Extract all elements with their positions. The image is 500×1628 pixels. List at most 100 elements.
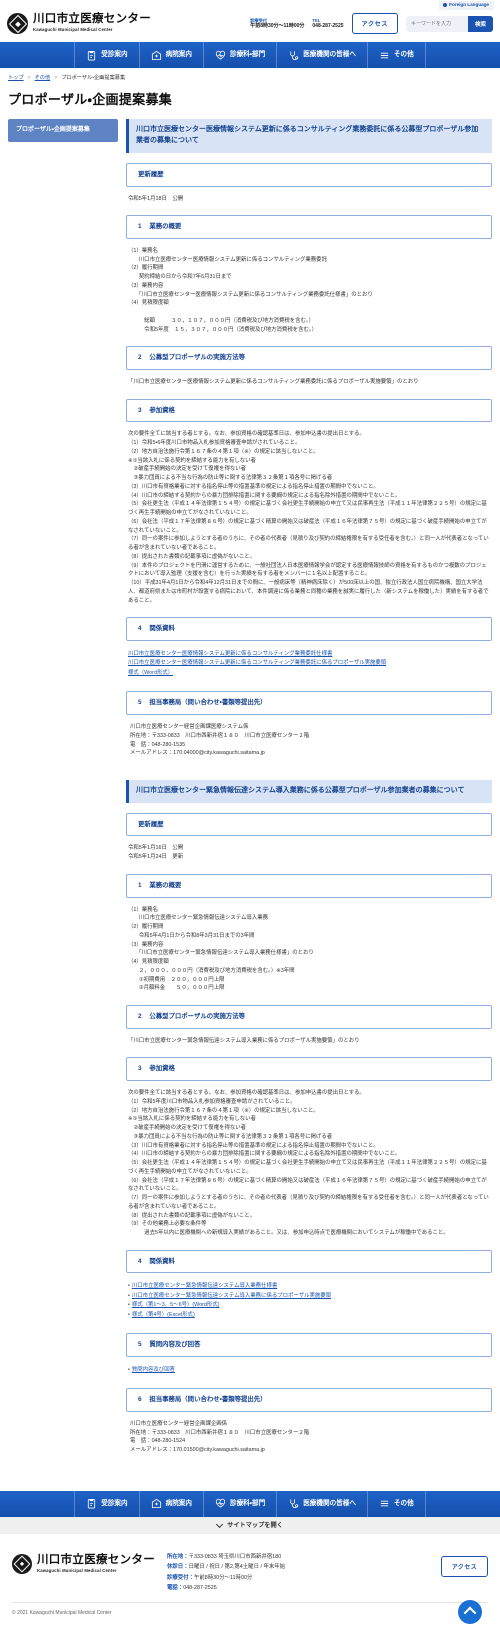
breadcrumb: トップ > その他 > プロポーザル・企画提案募集	[0, 68, 500, 83]
section-number: 1	[138, 881, 142, 889]
nav-item-sonota[interactable]: その他	[366, 42, 426, 68]
clipboard-icon	[86, 1498, 97, 1509]
section-label: 関係資料	[149, 1257, 175, 1265]
site-header: 川口市立医療センター Kawaguchi Municipal Medical C…	[0, 11, 500, 42]
section-label: 公募型プロポーザルの実施方法等	[149, 1013, 246, 1021]
section-body-1-5: 川口市立医療センター経営企画課医療システム係 所在地：〒333-0833 川口市…	[130, 724, 310, 757]
breadcrumb-item-current: プロポーザル・企画提案募集	[61, 75, 126, 81]
section-heading-1-2: 2 公募型プロポーザルの実施方法等	[126, 346, 492, 371]
update-history-body-2: 令和5年1月16日 公開 令和5年1月24日 更新	[128, 845, 184, 861]
article-title: 川口市立医療センター医療情報システム更新に係るコンサルティング業務委託に係る公募…	[126, 119, 492, 153]
footer-nav-label: 病院案内	[165, 1499, 192, 1507]
document-link-row: ・川口市立医療センター緊急情報伝達システム導入業務に係るプロポーザル実施要領	[128, 1292, 490, 1301]
nav-label: 病院案内	[165, 51, 192, 59]
nav-label: 診療科・部門	[230, 51, 266, 59]
list-bullet: ・	[128, 1311, 130, 1318]
breadcrumb-item-top[interactable]: トップ	[8, 75, 24, 83]
footer-access-button[interactable]: アクセス	[440, 1555, 488, 1577]
nav-item-iryokikan[interactable]: 医療機関の皆様へ	[276, 42, 367, 68]
article-title: 川口市立医療センター緊急情報伝達システム導入業務に係る公募型プロポーザル参加業者…	[126, 780, 492, 803]
breadcrumb-separator: >	[27, 75, 31, 81]
search-box: 検索	[405, 15, 493, 32]
footer-nav-label: その他	[393, 1499, 414, 1507]
footer-nav-item-sonota[interactable]: その他	[366, 1490, 426, 1517]
footer-info-closed-days: 休診日：日曜日 / 祝日 / 第2,第4土曜日 / 年末年始	[167, 1562, 285, 1573]
document-link-row: ・川口市立医療センター緊急情報伝達システム導入業務仕様書	[128, 1282, 490, 1291]
search-input[interactable]	[405, 15, 468, 32]
footer-logo-jp: 川口市立医療センター	[37, 1553, 155, 1566]
document-link[interactable]: 様式（第1～3、5～6号）(Word形式)	[132, 1302, 220, 1308]
document-link[interactable]: 川口市立医療センター医療情報システム更新に係るコンサルティング業務委託に係るプロ…	[128, 660, 386, 666]
telephone-info: TEL 048-287-2525	[312, 18, 343, 30]
section-body-2-3: 次の要件全てに該当する者とする。なお、参加資格の確認基準日は、参加申込書の提出日…	[128, 1090, 489, 1237]
section-number: 4	[138, 625, 142, 633]
copyright-row: © 2021 Kawaguchi Municipal Medical Cente…	[12, 1599, 488, 1628]
footer-nav-label: 受診案内	[101, 1499, 128, 1507]
heart-pulse-icon	[215, 50, 226, 61]
site-logo[interactable]: 川口市立医療センター Kawaguchi Municipal Medical C…	[7, 13, 151, 34]
breadcrumb-separator: >	[54, 75, 58, 81]
footer-nav-item-shinryoka[interactable]: 診療科・部門	[203, 1490, 276, 1517]
hamburger-icon	[379, 50, 390, 61]
nav-item-byoin[interactable]: 病院案内	[138, 42, 203, 68]
foreign-language-button[interactable]: Foreign Language	[439, 0, 494, 11]
list-bullet: ・	[128, 1366, 130, 1373]
list-bullet: ・	[128, 1302, 130, 1309]
section-heading-2-2: 2 公募型プロポーザルの実施方法等	[126, 1005, 492, 1029]
footer-info-tel: 電話：048-287-2525	[167, 1583, 285, 1594]
sitemap-toggle[interactable]: サイトマップを開く	[0, 1516, 500, 1534]
document-link[interactable]: 川口市立医療センター緊急情報伝達システム導入業務仕様書	[132, 1283, 277, 1289]
nav-label: 医療機関の皆様へ	[303, 51, 356, 59]
section-label: 関係資料	[149, 625, 175, 633]
document-link[interactable]: 様式（第4号）(Excel形式)	[132, 1312, 195, 1318]
global-navigation: 受診案内 病院案内 診療科・部門 医療機関の皆様へ その他	[0, 42, 500, 68]
document-link[interactable]: 川口市立医療センター医療情報システム更新に係るコンサルティング業務委託仕様書	[128, 651, 332, 657]
chevron-down-icon	[216, 1520, 224, 1528]
footer-nav-item-iryokikan[interactable]: 医療機関の皆様へ	[276, 1490, 367, 1517]
clipboard-icon	[86, 50, 97, 61]
footer-logo[interactable]: 川口市立医療センター Kawaguchi Municipal Medical C…	[12, 1548, 155, 1575]
nav-item-shinsatsu[interactable]: 受診案内	[74, 42, 138, 68]
sidebar: プロポーザル・企画提案募集	[8, 119, 118, 143]
document-link-row: 様式（Word形式）	[128, 669, 490, 678]
section-number: 2	[138, 354, 142, 362]
section-number: 2	[138, 1013, 142, 1021]
footer-info-list: 所在地：〒333-0833 埼玉県川口市西新井宿180 休診日：日曜日 / 祝日…	[167, 1548, 285, 1594]
nav-label: その他	[393, 51, 414, 59]
section-label: 担当事務局（問い合わせ・書類等提出先）	[149, 1396, 267, 1404]
footer-nav-item-byoin[interactable]: 病院案内	[138, 1490, 203, 1517]
section-number: 5	[138, 699, 142, 707]
document-link[interactable]: 様式（Word形式）	[128, 670, 173, 676]
logo-diamond-icon	[12, 1554, 32, 1575]
breadcrumb-item-other[interactable]: その他	[35, 75, 51, 83]
article-proposal-2: 川口市立医療センター緊急情報伝達システム導入業務に係る公募型プロポーザル参加業者…	[126, 780, 492, 1457]
utility-bar: Foreign Language	[0, 0, 500, 11]
section-body-1-2: 「川口市立医療センター医療情報システム更新に係るコンサルティング業務委託に係るプ…	[128, 379, 419, 386]
scroll-to-top-button[interactable]	[458, 1599, 482, 1624]
update-history-heading: 更新履歴	[126, 162, 492, 187]
document-link[interactable]: 川口市立医療センター緊急情報伝達システム導入業務に係るプロポーザル実施要領	[132, 1293, 331, 1299]
site-footer: 川口市立医療センター Kawaguchi Municipal Medical C…	[0, 1533, 500, 1602]
document-link[interactable]: 質問内容及び回答	[132, 1367, 175, 1373]
access-button[interactable]: アクセス	[351, 13, 398, 34]
section-number: 4	[138, 1257, 142, 1265]
nav-item-shinryoka[interactable]: 診療科・部門	[203, 42, 276, 68]
section-number: 5	[138, 1341, 142, 1349]
qa-documents: ・質問内容及び回答	[126, 1363, 492, 1378]
logo-title-jp: 川口市立医療センター	[33, 13, 151, 26]
section-heading-1-3: 3 参加資格	[126, 398, 492, 423]
footer-nav-item-shinsatsu[interactable]: 受診案内	[74, 1490, 138, 1517]
info-key: 電話：	[167, 1585, 184, 1592]
section-heading-1-4: 4 関係資料	[126, 617, 492, 642]
sidebar-heading[interactable]: プロポーザル・企画提案募集	[8, 119, 118, 143]
reception-value: 午前8時30分～11時00分	[250, 23, 305, 29]
section-label: 質問内容及び回答	[149, 1341, 201, 1349]
section-heading-1-1: 1 業務の概要	[126, 215, 492, 239]
section-label: 業務の概要	[149, 881, 182, 889]
footer-navigation: 受診案内 病院案内 診療科・部門 医療機関の皆様へ その他	[0, 1490, 500, 1517]
nav-label: 受診案内	[101, 51, 128, 59]
info-value: 午前8時30分～11時00分	[193, 1574, 253, 1581]
sitemap-label: サイトマップを開く	[227, 1521, 283, 1529]
search-button[interactable]: 検索	[467, 15, 493, 32]
main-content: 川口市立医療センター医療情報システム更新に係るコンサルティング業務委託に係る公募…	[126, 119, 492, 1471]
